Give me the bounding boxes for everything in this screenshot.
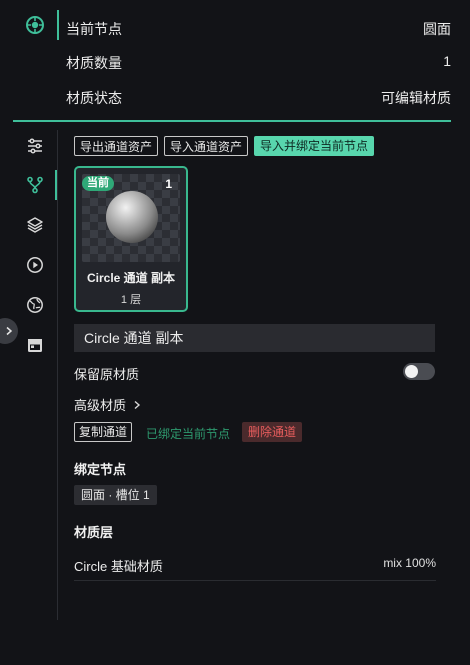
section-divider	[13, 120, 451, 122]
current-node-label: 当前节点	[66, 21, 122, 37]
chevron-right-icon	[134, 400, 141, 409]
chevron-right-icon	[6, 326, 13, 336]
sidebar-divider	[57, 130, 58, 620]
current-badge: 当前	[82, 176, 114, 191]
import-bind-button[interactable]: 导入并绑定当前节点	[254, 136, 375, 156]
app-logo-icon	[24, 14, 46, 36]
sliders-icon[interactable]	[24, 135, 46, 157]
keep-original-label: 保留原材质	[74, 367, 140, 382]
card-count: 1	[165, 177, 172, 191]
globe-icon[interactable]	[24, 294, 46, 316]
material-count-label: 材质数量	[66, 55, 122, 71]
material-sphere-preview	[106, 191, 158, 243]
material-layers-heading: 材质层	[74, 525, 114, 540]
material-count-value: 1	[443, 53, 451, 69]
material-channel-card[interactable]: 当前 1 Circle 通道 副本 1 层	[74, 166, 188, 312]
layer-name: Circle 基础材质	[74, 559, 163, 574]
card-subtitle: 1 层	[120, 294, 142, 306]
header-accent-line	[57, 10, 59, 40]
layers-icon[interactable]	[24, 214, 46, 236]
bind-node-heading: 绑定节点	[74, 462, 127, 477]
calendar-icon[interactable]	[24, 334, 46, 356]
card-title: Circle 通道 副本	[86, 271, 176, 285]
advanced-material-label: 高级材质	[74, 398, 127, 413]
export-channel-button[interactable]: 导出通道资产	[74, 136, 159, 156]
keep-original-toggle[interactable]	[403, 363, 435, 380]
branch-icon[interactable]	[24, 174, 46, 196]
delete-channel-button[interactable]: 删除通道	[242, 422, 303, 442]
play-icon[interactable]	[24, 254, 46, 276]
import-channel-button[interactable]: 导入通道资产	[164, 136, 249, 156]
channel-name-input[interactable]	[74, 324, 435, 352]
bound-status-text: 已绑定当前节点	[146, 427, 231, 441]
bound-node-chip[interactable]: 圆面 · 槽位 1	[74, 485, 157, 505]
material-status-value: 可编辑材质	[381, 90, 451, 106]
material-status-label: 材质状态	[66, 90, 122, 106]
advanced-material-link[interactable]: 高级材质	[74, 395, 142, 414]
layer-divider	[74, 580, 436, 581]
active-tab-indicator	[55, 170, 57, 200]
material-layer-row[interactable]: Circle 基础材质 mix 100%	[74, 556, 436, 574]
sidebar-collapse-button[interactable]	[0, 318, 18, 344]
toggle-knob	[405, 365, 418, 378]
copy-channel-button[interactable]: 复制通道	[74, 422, 133, 442]
current-node-value: 圆面	[423, 21, 451, 37]
layer-mix: mix 100%	[383, 556, 436, 570]
